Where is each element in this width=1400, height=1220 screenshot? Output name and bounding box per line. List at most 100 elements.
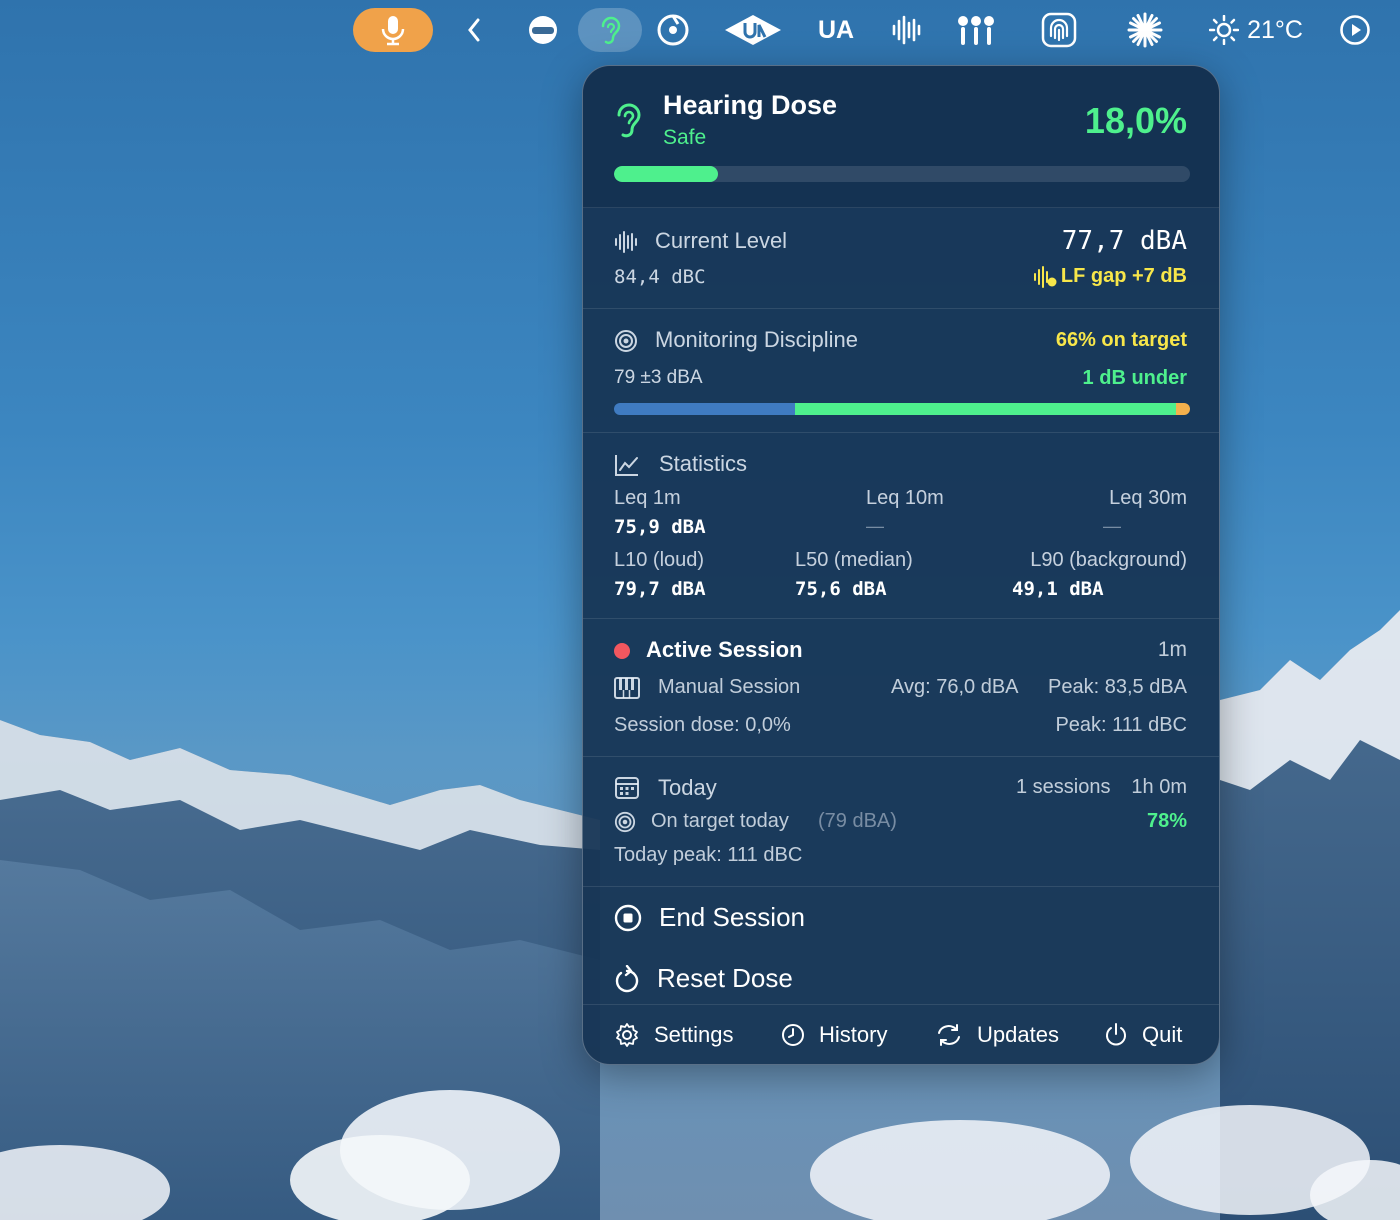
play-circle-icon (1340, 15, 1370, 45)
reset-dose-label: Reset Dose (657, 963, 793, 993)
hearing-dose-popover: Hearing Dose Safe 18,0% Current Level 77… (582, 65, 1220, 1065)
today-total-time: 1h 0m (1131, 776, 1187, 798)
reset-dose-button[interactable]: Reset Dose (614, 963, 793, 994)
leq-1m-label: Leq 1m (614, 487, 681, 509)
l90-label: L90 (background) (1030, 549, 1187, 571)
l50-value: 75,6 dBA (795, 578, 887, 600)
session-average: Avg: 76,0 dBA (891, 676, 1019, 698)
dose-status: Safe (663, 126, 707, 149)
today-section: Today 1 sessions 1h 0m On target today (… (583, 757, 1219, 887)
updates-button[interactable]: Updates (935, 1022, 1059, 1048)
ua-diamond-icon (725, 15, 781, 45)
settings-label: Settings (654, 1022, 734, 1047)
disc-menu-item[interactable] (653, 8, 693, 52)
actions-section: End Session Reset Dose (583, 887, 1219, 1005)
waveform-icon (615, 231, 637, 253)
quit-label: Quit (1142, 1022, 1183, 1047)
current-level-label: Current Level (655, 228, 788, 253)
distribution-over-segment (1175, 403, 1190, 415)
leq-30m-label: Leq 30m (1109, 487, 1187, 509)
monitoring-distribution-bar (614, 403, 1190, 415)
audio-level-menu-item[interactable] (888, 8, 924, 52)
l10-label: L10 (loud) (614, 549, 705, 571)
current-level-section: Current Level 77,7 dBA 84,4 dBC LF gap +… (583, 208, 1219, 309)
leq-1m-value: 75,9 dBA (614, 516, 706, 538)
menu-bar: UA 21°C (0, 0, 1400, 62)
gear-icon (616, 1023, 638, 1047)
hearing-dose-menu-item[interactable] (578, 8, 642, 52)
vpn-menu-item[interactable] (524, 8, 562, 52)
microphone-icon (381, 16, 405, 46)
lf-gap-indicator: LF gap +7 dB (1033, 265, 1187, 288)
l90-value: 49,1 dBA (1012, 578, 1104, 600)
refresh-icon (938, 1024, 960, 1046)
burst-menu-item[interactable] (1124, 8, 1166, 52)
mixer-menu-item[interactable] (954, 8, 998, 52)
collapse-menu-item[interactable] (460, 8, 488, 52)
fingerprint-menu-item[interactable] (1038, 8, 1080, 52)
monitoring-deviation: 1 dB under (1082, 367, 1187, 389)
statistics-label: Statistics (659, 451, 748, 476)
session-peak-dbc: Peak: 111 dBC (1055, 714, 1187, 736)
active-session-section: Active Session 1m Manual Session Avg: 76… (583, 619, 1219, 757)
end-session-label: End Session (659, 902, 805, 932)
helmet-icon (529, 16, 557, 44)
recording-dot-icon (614, 643, 630, 659)
play-menu-item[interactable] (1336, 8, 1374, 52)
dose-percentage: 18,0% (1084, 100, 1187, 141)
end-session-button[interactable]: End Session (614, 902, 805, 933)
today-on-target-percentage: 78% (1146, 810, 1187, 832)
dose-section: Hearing Dose Safe 18,0% (583, 66, 1219, 208)
fingerprint-icon (1041, 12, 1077, 48)
dose-title: Hearing Dose (663, 90, 838, 120)
target-icon (614, 811, 636, 833)
l10-value: 79,7 dBA (614, 578, 706, 600)
clock-icon (782, 1024, 804, 1046)
session-dose: Session dose: 0,0% (614, 714, 791, 736)
microphone-menu-item[interactable] (353, 8, 433, 52)
lf-waveform-warning-icon (1033, 265, 1057, 288)
dose-progress-bar (614, 166, 1190, 182)
history-label: History (819, 1022, 888, 1047)
power-icon (1106, 1023, 1126, 1046)
monitoring-target-level: 79 ±3 dBA (614, 367, 703, 388)
ear-icon (617, 103, 641, 138)
piano-keys-icon (614, 677, 640, 699)
current-level-dbc: 84,4 dBC (614, 266, 706, 288)
calendar-icon (615, 777, 639, 799)
updates-label: Updates (977, 1022, 1059, 1047)
distribution-on-target-segment (795, 403, 1176, 415)
line-chart-icon (615, 455, 638, 476)
today-on-target-label: On target today (651, 810, 789, 832)
distribution-under-segment (614, 403, 796, 415)
quit-button[interactable]: Quit (1104, 1022, 1182, 1048)
current-level-dba: 77,7 dBA (1061, 226, 1187, 256)
sun-icon (1209, 15, 1240, 45)
today-session-count: 1 sessions (1016, 776, 1111, 798)
session-duration: 1m (1157, 638, 1187, 661)
dose-progress-fill (614, 166, 718, 182)
disc-icon (657, 14, 689, 46)
ua-logo-menu-item[interactable] (722, 8, 784, 52)
on-target-percentage: 66% on target (1055, 329, 1187, 351)
history-button[interactable]: History (781, 1022, 887, 1048)
settings-button[interactable]: Settings (614, 1022, 734, 1048)
target-icon (615, 330, 637, 352)
lf-gap-text: LF gap +7 dB (1060, 265, 1187, 287)
monitoring-discipline-section: Monitoring Discipline 66% on target 79 ±… (583, 309, 1219, 433)
starburst-icon (1127, 12, 1163, 48)
active-session-title: Active Session (646, 637, 803, 662)
weather-temperature: 21°C (1247, 15, 1303, 44)
statistics-section: Statistics Leq 1m 75,9 dBA Leq 10m — Leq… (583, 433, 1219, 619)
reset-arrow-icon (615, 964, 639, 992)
today-label: Today (658, 775, 717, 800)
l50-label: L50 (median) (795, 549, 913, 571)
leq-30m-value: — (1103, 516, 1121, 536)
today-target-reference: (79 dBA) (818, 810, 897, 832)
ua-menu-item[interactable]: UA (810, 8, 862, 52)
footer-toolbar: Settings History Updates Quit (583, 1005, 1219, 1064)
monitoring-discipline-label: Monitoring Discipline (655, 327, 858, 352)
weather-menu-item[interactable]: 21°C (1204, 8, 1308, 52)
leq-10m-value: — (866, 516, 884, 536)
waveform-icon (892, 15, 921, 45)
